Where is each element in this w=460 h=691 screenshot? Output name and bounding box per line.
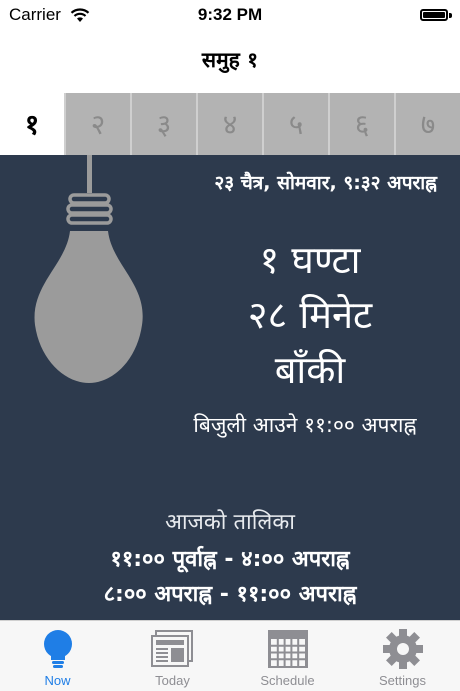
tab-today-label: Today bbox=[155, 673, 190, 688]
newspaper-icon bbox=[150, 630, 193, 667]
group-tab-6[interactable]: ६ bbox=[328, 93, 394, 155]
tab-today[interactable]: Today bbox=[115, 621, 230, 691]
group-tab-5[interactable]: ५ bbox=[262, 93, 328, 155]
current-datetime: २३ चैत्र, सोमवार, ९:३२ अपराह्न bbox=[214, 172, 437, 194]
tab-settings[interactable]: Settings bbox=[345, 621, 460, 691]
schedule-title: आजको तालिका bbox=[165, 510, 295, 535]
remaining-minutes: २८ मिनेट bbox=[247, 293, 373, 337]
tab-bar: Now Today Schedule Settings bbox=[0, 620, 460, 691]
now-panel: २३ चैत्र, सोमवार, ९:३२ अपराह्न १ घण्टा २… bbox=[0, 155, 460, 620]
schedule-row: ११:०० पूर्वाह्न - ४:०० अपराह्न bbox=[110, 547, 350, 572]
tab-now-label: Now bbox=[44, 673, 71, 688]
page-title: समुह १ bbox=[201, 48, 259, 72]
remaining-suffix: बाँकी bbox=[274, 348, 346, 392]
gear-icon bbox=[382, 629, 423, 669]
battery-icon bbox=[420, 9, 448, 21]
status-time: 9:32 PM bbox=[197, 5, 263, 24]
group-tab-1[interactable]: १ bbox=[0, 93, 64, 155]
group-tab-3[interactable]: ३ bbox=[130, 93, 196, 155]
bulb-icon bbox=[34, 155, 143, 383]
calendar-grid-icon bbox=[267, 630, 308, 668]
tab-now[interactable]: Now bbox=[0, 621, 115, 691]
battery-tip bbox=[449, 13, 452, 18]
bulb-icon bbox=[43, 630, 72, 668]
schedule-row: ८:०० अपराह्न - ११:०० अपराह्न bbox=[103, 582, 357, 607]
tab-schedule[interactable]: Schedule bbox=[230, 621, 345, 691]
status-bar: Carrier 9:32 PM bbox=[0, 0, 460, 30]
group-tabs: १ २ ३ ४ ५ ६ ७ bbox=[0, 93, 460, 155]
tab-settings-label: Settings bbox=[379, 673, 426, 688]
tab-schedule-label: Schedule bbox=[260, 673, 315, 688]
group-tab-4[interactable]: ४ bbox=[196, 93, 262, 155]
group-tab-7[interactable]: ७ bbox=[394, 93, 460, 155]
remaining-hours: १ घण्टा bbox=[259, 238, 361, 282]
next-power-time: बिजुली आउने ११:०० अपराह्न bbox=[193, 413, 417, 437]
group-tab-2[interactable]: २ bbox=[64, 93, 130, 155]
